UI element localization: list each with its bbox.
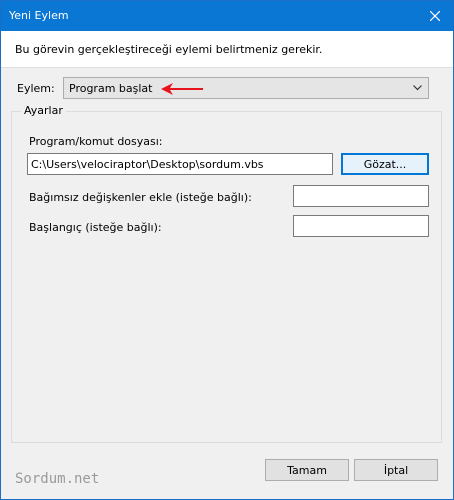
program-input[interactable] (27, 153, 333, 175)
watermark: Sordum.net (15, 471, 100, 487)
cancel-button[interactable]: İptal (354, 459, 438, 481)
program-label: Program/komut dosyası: (29, 135, 163, 148)
close-icon (430, 11, 440, 21)
browse-button[interactable]: Gözat... (341, 153, 429, 175)
settings-group-legend: Ayarlar (21, 104, 66, 117)
arguments-input[interactable] (293, 185, 429, 207)
ok-button[interactable]: Tamam (265, 459, 349, 481)
start-in-input[interactable] (293, 215, 429, 237)
instruction-text: Bu görevin gerçekleştireceği eylemi beli… (15, 43, 323, 56)
close-button[interactable] (417, 1, 453, 31)
action-label: Eylem: (17, 82, 55, 95)
chevron-down-icon (413, 85, 422, 91)
instruction-panel: Bu görevin gerçekleştireceği eylemi beli… (1, 31, 453, 68)
start-in-label: Başlangıç (isteğe bağlı): (29, 221, 162, 234)
arguments-label: Bağımsız değişkenler ekle (isteğe bağlı)… (29, 191, 252, 204)
title-bar: Yeni Eylem (1, 1, 453, 31)
window-title: Yeni Eylem (9, 9, 69, 22)
red-arrow-icon (161, 83, 203, 95)
action-dropdown-value: Program başlat (69, 82, 153, 95)
action-dropdown[interactable]: Program başlat (63, 77, 429, 99)
new-action-dialog: Yeni Eylem Bu görevin gerçekleştireceği … (0, 0, 454, 500)
